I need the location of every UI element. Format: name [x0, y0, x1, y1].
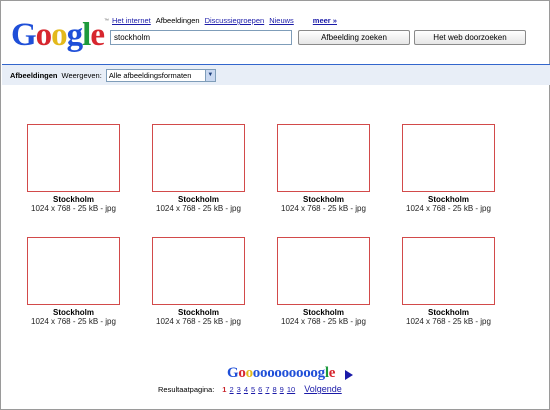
page-frame: Google™ Het internet Afbeeldingen Discussi… — [0, 0, 550, 410]
result-meta: 1024 x 768 - 25 kB - jpg — [281, 317, 366, 326]
next-arrow-icon[interactable] — [345, 370, 353, 380]
result-title[interactable]: Stockholm — [136, 308, 261, 317]
page-link-6[interactable]: 6 — [258, 385, 262, 394]
result-item: Stockholm 1024 x 768 - 25 kB - jpg — [136, 237, 261, 327]
result-meta: 1024 x 768 - 25 kB - jpg — [31, 317, 116, 326]
page-link-1: 1 — [222, 385, 227, 394]
result-item: Stockholm 1024 x 768 - 25 kB - jpg — [261, 237, 386, 327]
results-grid: Stockholm 1024 x 768 - 25 kB - jpg Stockho… — [1, 1, 550, 410]
pagination-logo-letter: o — [245, 365, 254, 381]
result-thumbnail[interactable] — [152, 237, 245, 305]
result-thumbnail[interactable] — [152, 124, 245, 192]
page-link-5[interactable]: 5 — [251, 385, 255, 394]
result-item: Stockholm 1024 x 768 - 25 kB - jpg — [136, 124, 261, 214]
pagination-logo-letter: e — [328, 365, 336, 381]
result-item: Stockholm 1024 x 768 - 25 kB - jpg — [11, 124, 136, 214]
page-link-7[interactable]: 7 — [265, 385, 269, 394]
result-title[interactable]: Stockholm — [11, 308, 136, 317]
page-link-9[interactable]: 9 — [280, 385, 284, 394]
result-title[interactable]: Stockholm — [386, 308, 511, 317]
page-link-3[interactable]: 3 — [237, 385, 241, 394]
result-thumbnail[interactable] — [27, 237, 120, 305]
result-meta: 1024 x 768 - 25 kB - jpg — [406, 204, 491, 213]
page-link-2[interactable]: 2 — [229, 385, 233, 394]
pagination-logo-letter: o — [238, 365, 246, 381]
result-title[interactable]: Stockholm — [386, 195, 511, 204]
result-meta: 1024 x 768 - 25 kB - jpg — [31, 204, 116, 213]
pagination-logo-letter: o — [252, 365, 261, 381]
pagination-logo-letter: o — [274, 365, 282, 381]
next-page-link[interactable]: Volgende — [304, 384, 342, 394]
result-meta: 1024 x 768 - 25 kB - jpg — [156, 317, 241, 326]
result-thumbnail[interactable] — [402, 237, 495, 305]
result-title[interactable]: Stockholm — [136, 195, 261, 204]
pagination-label: Resultaatpagina: — [158, 385, 215, 394]
result-title[interactable]: Stockholm — [11, 195, 136, 204]
page-link-4[interactable]: 4 — [244, 385, 248, 394]
result-meta: 1024 x 768 - 25 kB - jpg — [156, 204, 241, 213]
page-link-8[interactable]: 8 — [273, 385, 277, 394]
page-link-10[interactable]: 10 — [287, 385, 295, 394]
result-thumbnail[interactable] — [402, 124, 495, 192]
pagination-logo-letter: o — [288, 365, 297, 381]
pagination-logo: Gooooooooooogle — [227, 366, 335, 381]
result-meta: 1024 x 768 - 25 kB - jpg — [406, 317, 491, 326]
result-thumbnail[interactable] — [277, 237, 370, 305]
pagination-logo-letter: G — [227, 365, 239, 381]
result-thumbnail[interactable] — [27, 124, 120, 192]
result-title[interactable]: Stockholm — [261, 308, 386, 317]
result-item: Stockholm 1024 x 768 - 25 kB - jpg — [261, 124, 386, 214]
result-title[interactable]: Stockholm — [261, 195, 386, 204]
pagination: Resultaatpagina: 1 2 3 4 5 6 7 8 9 10 Volgende — [158, 384, 342, 394]
result-item: Stockholm 1024 x 768 - 25 kB - jpg — [11, 237, 136, 327]
result-item: Stockholm 1024 x 768 - 25 kB - jpg — [386, 124, 511, 214]
result-meta: 1024 x 768 - 25 kB - jpg — [281, 204, 366, 213]
pagination-logo-letter: o — [281, 365, 290, 381]
result-item: Stockholm 1024 x 768 - 25 kB - jpg — [386, 237, 511, 327]
pagination-logo-letter: g — [317, 365, 326, 381]
pagination-logo-letter: o — [310, 365, 318, 381]
result-thumbnail[interactable] — [277, 124, 370, 192]
